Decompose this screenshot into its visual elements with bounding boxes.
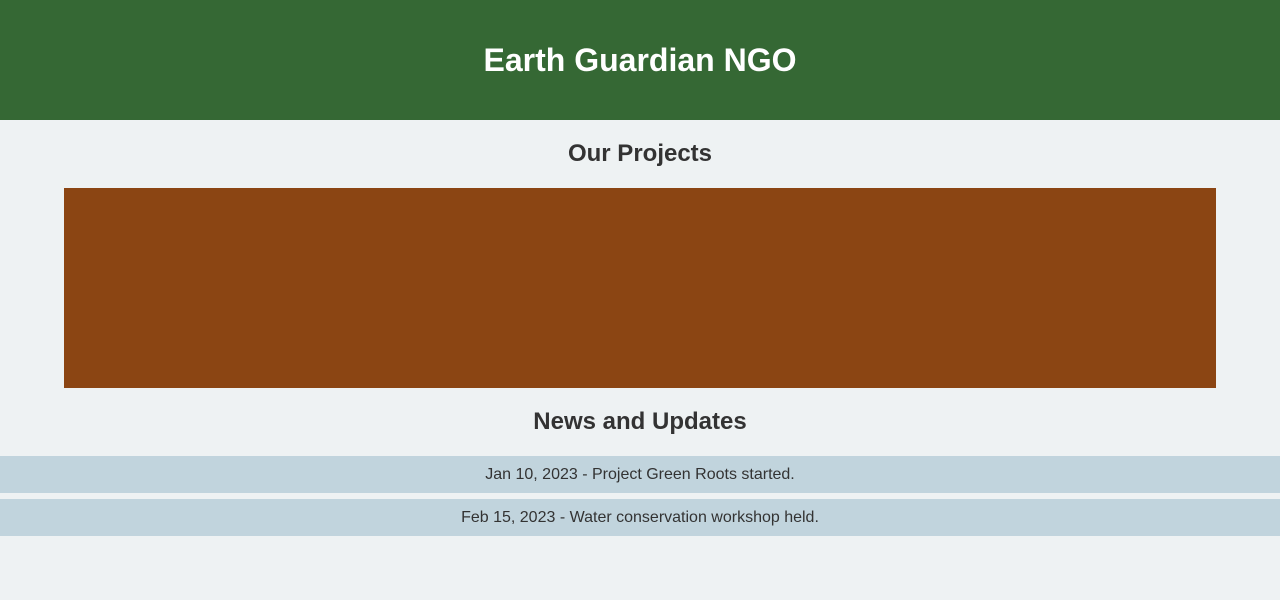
site-header: Earth Guardian NGO [0,0,1280,120]
news-item: Feb 15, 2023 - Water conservation worksh… [0,499,1280,536]
news-item: Jan 10, 2023 - Project Green Roots start… [0,456,1280,493]
news-heading: News and Updates [533,408,747,435]
news-list: Jan 10, 2023 - Project Green Roots start… [0,456,1280,536]
site-title: Earth Guardian NGO [483,41,797,78]
main-content: Our Projects News and Updates Jan 10, 20… [0,120,1280,536]
projects-heading: Our Projects [567,140,713,167]
projects-banner [64,188,1216,388]
